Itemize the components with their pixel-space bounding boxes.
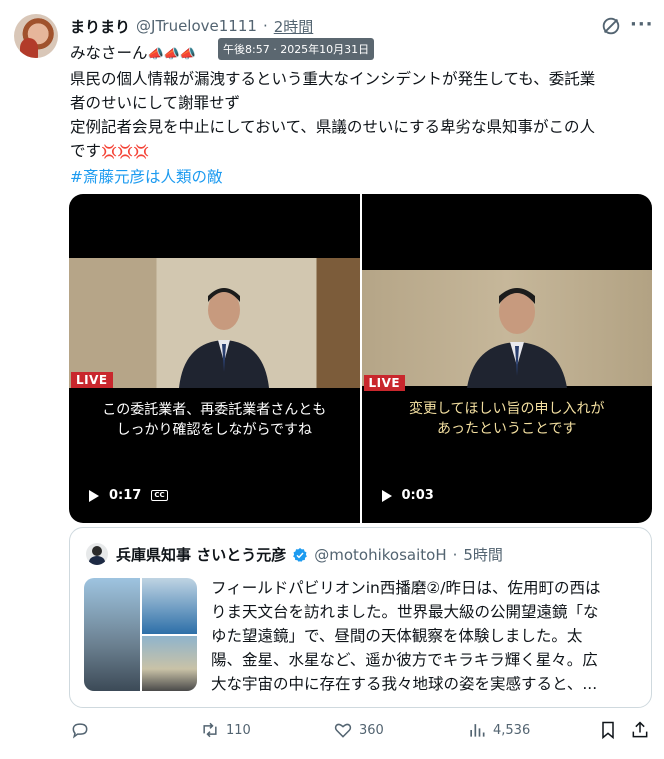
quoted-author-handle: @motohikosaitoH xyxy=(314,545,447,564)
live-badge: LIVE xyxy=(71,372,113,388)
quoted-post-header: 兵庫県知事 さいとう元彦 @motohikosaitoH · 5時間 xyxy=(116,544,503,565)
megaphone-emoji: 📣📣📣 xyxy=(147,47,197,62)
quoted-post-image xyxy=(84,578,197,691)
play-icon[interactable] xyxy=(381,489,392,502)
quoted-post-time: 5時間 xyxy=(463,546,503,564)
hashtag-link[interactable]: #斎藤元彦は人類の敵 xyxy=(70,165,654,189)
quoted-author-name: 兵庫県知事 さいとう元彦 xyxy=(116,546,287,564)
play-icon[interactable] xyxy=(89,489,99,502)
video-subtitle: この委託業者、再委託業者さんとも しっかり確認をしながらですね xyxy=(102,402,327,438)
share-icon xyxy=(632,721,648,738)
like-icon xyxy=(334,723,352,738)
like-button[interactable]: 360 xyxy=(333,720,384,740)
live-badge: LIVE xyxy=(363,375,406,391)
video-player[interactable]: LIVE 変更してほしい旨の申し入れが あったということです 0:03 xyxy=(361,194,652,523)
reply-icon xyxy=(72,723,88,739)
grok-icon[interactable] xyxy=(600,15,622,37)
author-avatar[interactable] xyxy=(14,14,58,58)
quoted-post-text: フィールドパビリオンin西播磨②/昨日は、佐用町の西は りま天文台を訪れました。… xyxy=(211,579,601,693)
bookmark-icon xyxy=(602,721,614,740)
video-grid: LIVE この委託業者、再委託業者さんとも しっかり確認をしながらですね 0:1… xyxy=(69,194,652,523)
video-duration: 0:03 xyxy=(401,488,434,503)
repost-count: 110 xyxy=(226,722,251,738)
video-controls: 0:03 xyxy=(381,488,434,503)
separator: · xyxy=(452,545,458,564)
quoted-author-avatar xyxy=(86,543,108,565)
repost-icon xyxy=(203,722,217,738)
views-count: 4,536 xyxy=(493,722,531,738)
like-count: 360 xyxy=(359,722,384,738)
speaker-figure xyxy=(179,288,269,388)
post-text: みなさーん📣📣📣 県民の個人情報が漏洩するという重大なインシデントが発生しても、… xyxy=(70,41,654,189)
speaker-figure xyxy=(466,288,567,388)
post-header: まりまり @JTruelove1111 · 2時間 xyxy=(70,14,313,38)
video-player[interactable]: LIVE この委託業者、再委託業者さんとも しっかり確認をしながらですね 0:1… xyxy=(69,194,360,523)
captions-icon[interactable]: CC xyxy=(151,490,168,501)
author-handle[interactable]: @JTruelove1111 xyxy=(136,17,257,35)
video-duration: 0:17 xyxy=(109,488,142,503)
views-button[interactable]: 4,536 xyxy=(467,720,530,740)
verified-icon xyxy=(293,547,308,562)
share-button[interactable] xyxy=(630,720,650,740)
post-time[interactable]: 2時間 xyxy=(274,16,314,37)
author-name[interactable]: まりまり xyxy=(70,16,130,37)
quoted-post[interactable]: 兵庫県知事 さいとう元彦 @motohikosaitoH · 5時間 フィールド… xyxy=(69,527,652,708)
action-bar: 110 360 4,536 xyxy=(70,720,654,748)
bookmark-button[interactable] xyxy=(598,720,618,740)
anger-emoji: 💢💢💢 xyxy=(101,145,150,160)
video-subtitle: 変更してほしい旨の申し入れが あったということです xyxy=(408,401,605,437)
reply-button[interactable] xyxy=(70,720,90,740)
repost-button[interactable]: 110 xyxy=(200,720,251,740)
video-controls: 0:17 CC xyxy=(89,488,168,503)
separator: · xyxy=(262,17,268,35)
timestamp-tooltip: 午後8:57 · 2025年10月31日 xyxy=(218,38,375,60)
views-icon xyxy=(470,724,485,737)
more-icon[interactable]: ··· xyxy=(630,14,654,35)
